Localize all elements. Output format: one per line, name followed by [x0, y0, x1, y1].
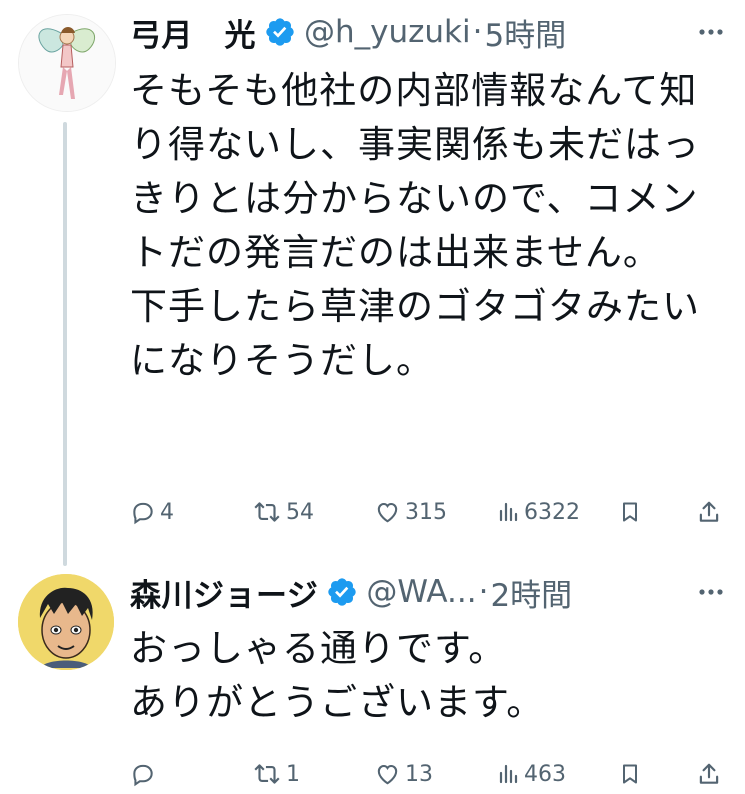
bookmark-button[interactable] — [618, 494, 642, 530]
fairy-avatar-image — [19, 15, 115, 111]
tweet-1[interactable]: 弓月 光 @h_yuzuki · 5時間 そもそも他社の内部情報なんて知り得ない… — [0, 0, 745, 566]
heart-icon — [377, 502, 398, 523]
bookmark-icon — [623, 764, 637, 784]
display-name[interactable]: 森川ジョージ — [130, 570, 318, 615]
retweet-button[interactable]: 1 — [252, 756, 300, 792]
user-handle[interactable]: @h_yuzuki — [304, 14, 471, 50]
tweet-actions: 4 54 315 6322 — [130, 494, 730, 530]
timestamp[interactable]: 5時間 — [484, 10, 566, 55]
views-bars-icon — [499, 764, 518, 784]
thread-connector-line — [63, 122, 67, 566]
bookmark-icon — [623, 502, 637, 522]
retweet-icon — [254, 502, 280, 522]
retweet-icon — [254, 764, 280, 784]
avatar-yuzuki[interactable] — [18, 14, 116, 112]
reply-count: 4 — [160, 499, 174, 525]
reply-bubble-icon — [133, 502, 153, 525]
reply-button[interactable] — [130, 756, 160, 792]
view-count: 463 — [524, 761, 566, 787]
share-icon — [699, 501, 719, 522]
more-dots-icon[interactable] — [691, 14, 731, 50]
reply-bubble-icon — [133, 764, 153, 787]
views-button[interactable]: 6322 — [496, 494, 580, 530]
share-button[interactable] — [696, 756, 722, 792]
retweet-count: 1 — [286, 761, 300, 787]
separator-dot: · — [472, 14, 483, 50]
heart-icon — [377, 764, 398, 785]
share-button[interactable] — [696, 494, 722, 530]
retweet-button[interactable]: 54 — [252, 494, 314, 530]
like-count: 315 — [405, 499, 447, 525]
views-button[interactable]: 463 — [496, 756, 566, 792]
retweet-count: 54 — [286, 499, 314, 525]
tweet-text: おっしゃる通りです。 ありがとうございます。 — [130, 627, 545, 724]
share-icon — [699, 763, 719, 784]
user-handle[interactable]: @WA... — [366, 574, 476, 610]
views-bars-icon — [499, 502, 518, 522]
tweet-header: 森川ジョージ @WA... · 2時間 — [130, 570, 745, 614]
view-count: 6322 — [524, 499, 580, 525]
verified-badge-icon — [326, 576, 358, 608]
display-name[interactable]: 弓月 光 — [130, 10, 256, 55]
avatar-morikawa[interactable] — [18, 574, 114, 670]
like-button[interactable]: 13 — [374, 756, 433, 792]
tweet-text: そもそも他社の内部情報なんて知り得ないし、事実関係も未だはっきりとは分からないの… — [130, 69, 700, 382]
like-count: 13 — [405, 761, 433, 787]
more-dots-icon[interactable] — [691, 574, 731, 610]
tweet-2[interactable]: 森川ジョージ @WA... · 2時間 おっしゃる通りです。 ありがとうございま… — [0, 560, 745, 794]
boxer-avatar-image — [18, 574, 114, 670]
like-button[interactable]: 315 — [374, 494, 447, 530]
tweet-actions: 1 13 463 — [130, 756, 730, 792]
timestamp[interactable]: 2時間 — [490, 570, 572, 615]
bookmark-button[interactable] — [618, 756, 642, 792]
reply-button[interactable]: 4 — [130, 494, 174, 530]
tweet-header: 弓月 光 @h_yuzuki · 5時間 — [130, 10, 745, 54]
separator-dot: · — [478, 574, 489, 610]
verified-badge-icon — [264, 16, 296, 48]
